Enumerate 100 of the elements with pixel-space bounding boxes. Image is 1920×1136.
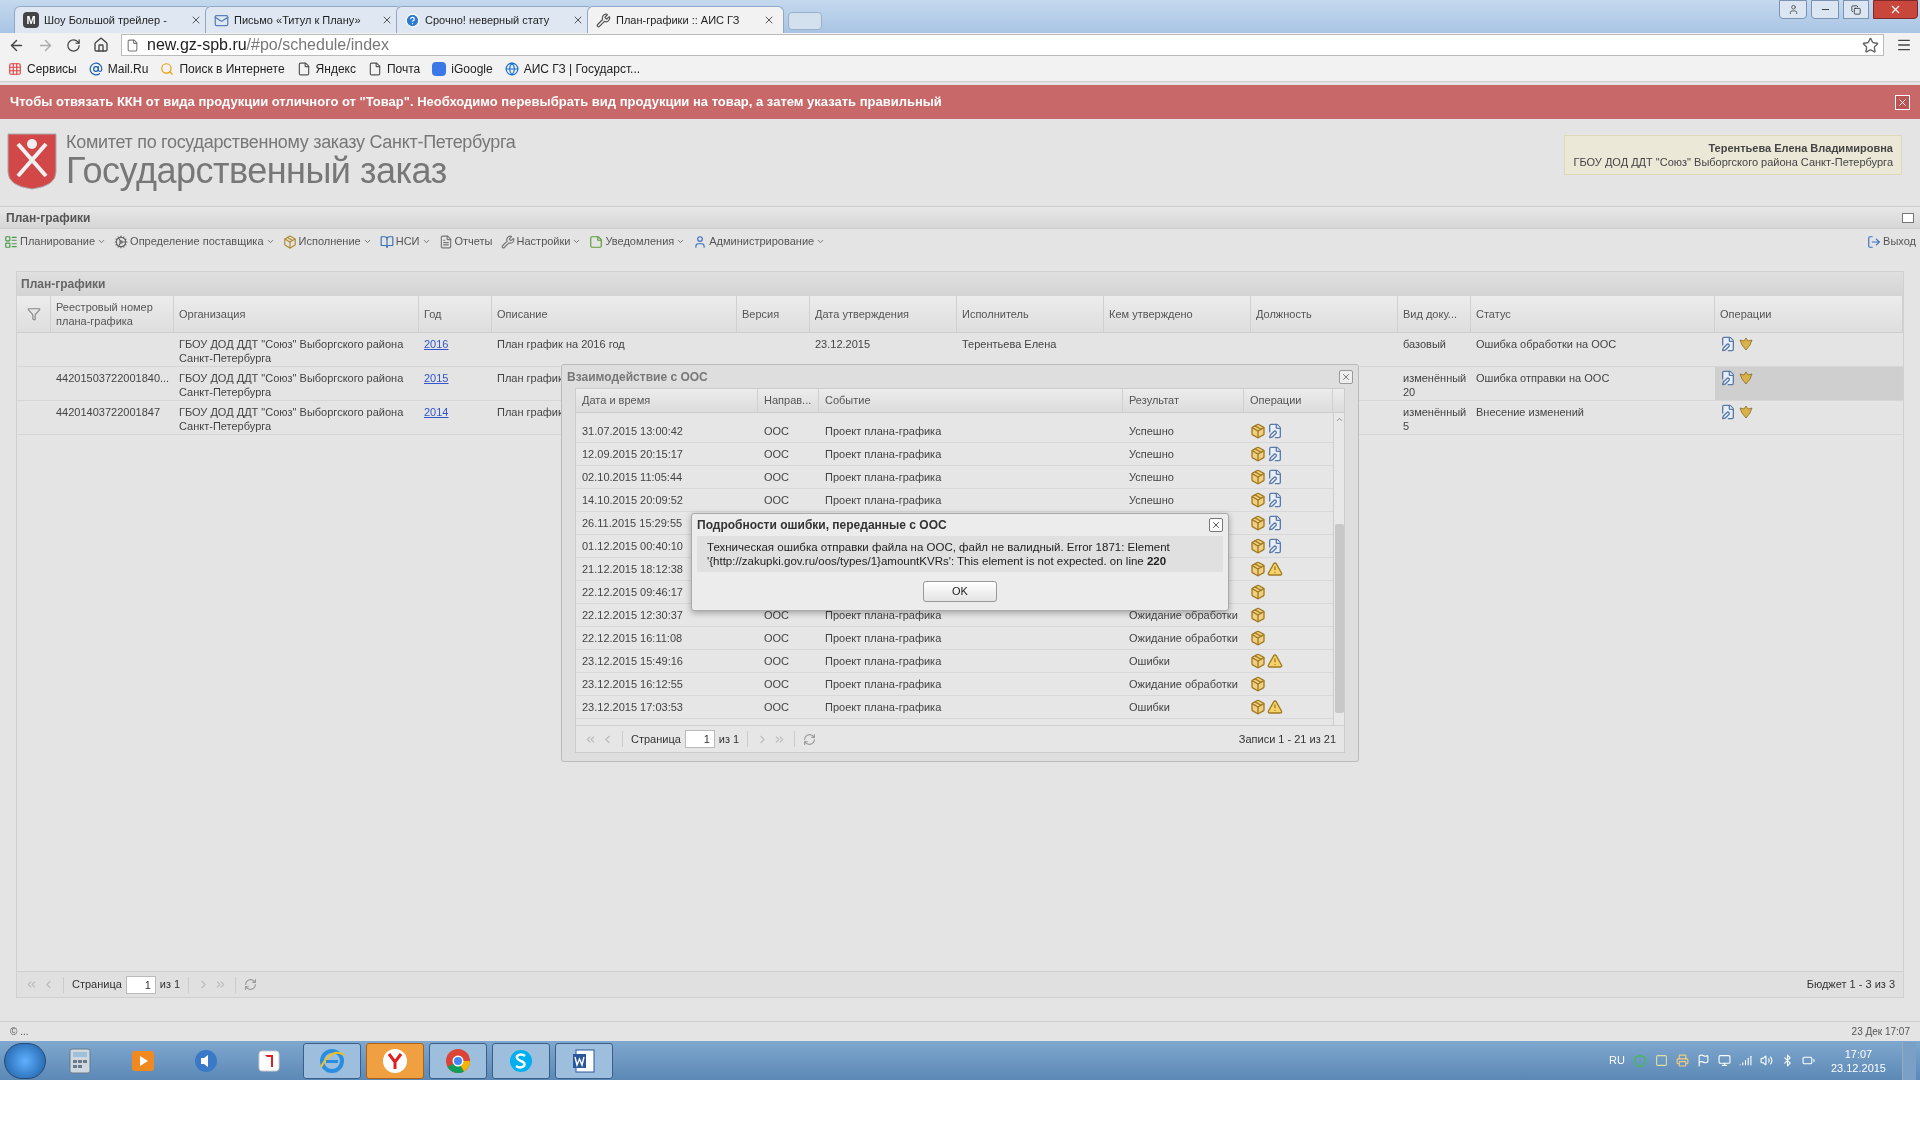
taskbar-button[interactable] (366, 1042, 424, 1079)
package-icon[interactable] (1250, 630, 1266, 646)
menu-item[interactable]: Администрирование (693, 233, 826, 250)
close-icon[interactable] (381, 14, 393, 26)
bookmark[interactable]: iGoogle (432, 60, 493, 78)
close-icon[interactable] (190, 14, 202, 26)
menu-item[interactable]: Настройки (500, 233, 582, 250)
column-header[interactable]: Направ... (758, 389, 819, 412)
package-icon[interactable] (1250, 515, 1266, 531)
error-close-button[interactable] (1209, 518, 1223, 532)
column-header[interactable]: Операции (1244, 389, 1333, 412)
profile-button[interactable] (1779, 0, 1807, 19)
banner-close-button[interactable] (1895, 94, 1910, 110)
page-field[interactable]: 1 (125, 975, 156, 994)
column-header[interactable]: Дата утверждения (810, 296, 957, 332)
column-header[interactable]: Реестровый номер плана-графика (51, 296, 174, 332)
package-icon[interactable] (1250, 423, 1266, 439)
close-icon[interactable] (572, 14, 584, 26)
document-edit-icon[interactable] (1267, 446, 1283, 462)
emblem-icon[interactable] (1738, 336, 1754, 352)
year-link[interactable]: 2015 (424, 372, 449, 384)
page-field[interactable]: 1 (684, 730, 715, 748)
maximize-button[interactable] (1843, 0, 1869, 19)
menu-item[interactable]: Планирование (4, 233, 107, 250)
package-icon[interactable] (1250, 538, 1266, 554)
close-button[interactable] (1873, 0, 1918, 19)
column-header[interactable]: Результат (1123, 389, 1244, 412)
package-icon[interactable] (1250, 653, 1266, 669)
start-button[interactable] (4, 1042, 46, 1079)
package-icon[interactable] (1250, 469, 1266, 485)
package-icon[interactable] (1250, 699, 1266, 715)
menu-item[interactable]: НСИ (379, 233, 431, 250)
refresh-icon[interactable] (244, 978, 258, 991)
column-header[interactable]: Организация (174, 296, 419, 332)
column-header[interactable]: Операции (1715, 296, 1903, 332)
ok-button[interactable]: OK (923, 580, 997, 602)
bookmark[interactable]: Сервисы (8, 60, 77, 78)
emblem-icon[interactable] (1738, 370, 1754, 386)
document-edit-icon[interactable] (1267, 423, 1283, 439)
tray-icon[interactable] (1654, 1054, 1668, 1067)
package-icon[interactable] (1250, 561, 1266, 577)
package-icon[interactable] (1250, 492, 1266, 508)
emblem-icon[interactable] (1738, 404, 1754, 420)
package-icon[interactable] (1250, 607, 1266, 623)
document-edit-icon[interactable] (1267, 515, 1283, 531)
signal-icon[interactable] (1738, 1054, 1752, 1067)
menu-item[interactable]: Определение поставщика (114, 233, 275, 250)
battery-icon[interactable] (1801, 1054, 1815, 1067)
column-header[interactable]: Вид доку... (1398, 296, 1471, 332)
refresh-icon[interactable] (803, 732, 817, 746)
document-edit-icon[interactable] (1720, 370, 1736, 386)
column-header[interactable]: Событие (819, 389, 1123, 412)
taskbar-button[interactable] (429, 1042, 487, 1079)
flag-icon[interactable] (1696, 1054, 1710, 1067)
year-link[interactable]: 2016 (424, 338, 449, 350)
document-edit-icon[interactable] (1720, 336, 1736, 352)
scrollbar[interactable] (1333, 413, 1344, 725)
browser-tab[interactable]: План-графики :: АИС ГЗ (587, 6, 784, 33)
menu-item[interactable]: Отчеты (438, 233, 493, 250)
package-icon[interactable] (1250, 676, 1266, 692)
printer-icon[interactable] (1675, 1054, 1689, 1067)
column-header[interactable]: Описание (492, 296, 737, 332)
column-header[interactable]: Дата и время (576, 389, 758, 412)
bookmark[interactable]: Почта (367, 60, 421, 78)
column-header[interactable]: Исполнитель (957, 296, 1104, 332)
column-header[interactable]: Статус (1471, 296, 1715, 332)
document-edit-icon[interactable] (1720, 404, 1736, 420)
logout-button[interactable]: Выход (1867, 233, 1916, 250)
close-icon[interactable] (763, 14, 775, 26)
address-bar[interactable]: new.gz-spb.ru/#po/schedule/index (121, 34, 1884, 56)
column-header[interactable]: Кем утверждено (1104, 296, 1251, 332)
package-icon[interactable] (1250, 584, 1266, 600)
reload-icon[interactable] (66, 37, 81, 53)
taskbar-button[interactable] (492, 1042, 550, 1079)
column-header[interactable]: Год (419, 296, 492, 332)
bookmark[interactable]: Яндекс (296, 60, 356, 78)
bookmark[interactable]: Mail.Ru (88, 60, 149, 78)
column-header[interactable]: Должность (1251, 296, 1398, 332)
new-tab-button[interactable] (788, 12, 822, 30)
taskbar-button[interactable] (303, 1042, 361, 1079)
collapse-button[interactable] (1902, 212, 1914, 223)
menu-item[interactable]: Уведомления (589, 233, 686, 250)
menu-icon[interactable] (1896, 37, 1912, 53)
clock[interactable]: 17:07 23.12.2015 (1822, 1046, 1894, 1075)
filter-icon[interactable] (26, 307, 41, 321)
year-link[interactable]: 2014 (424, 406, 449, 418)
document-edit-icon[interactable] (1267, 469, 1283, 485)
warning-icon[interactable] (1267, 699, 1283, 715)
warning-icon[interactable] (1267, 561, 1283, 577)
package-icon[interactable] (1250, 446, 1266, 462)
menu-item[interactable]: Исполнение (282, 233, 372, 250)
volume-icon[interactable] (1759, 1054, 1773, 1067)
dialog-close-button[interactable] (1339, 369, 1353, 384)
home-icon[interactable] (93, 37, 109, 53)
document-edit-icon[interactable] (1267, 492, 1283, 508)
taskbar-button[interactable] (555, 1042, 613, 1079)
bookmark[interactable]: Поиск в Интернете (160, 60, 285, 78)
minimize-button[interactable] (1811, 0, 1839, 19)
column-header[interactable]: Версия (737, 296, 810, 332)
bookmark[interactable]: АИС ГЗ | Государст... (504, 60, 641, 78)
